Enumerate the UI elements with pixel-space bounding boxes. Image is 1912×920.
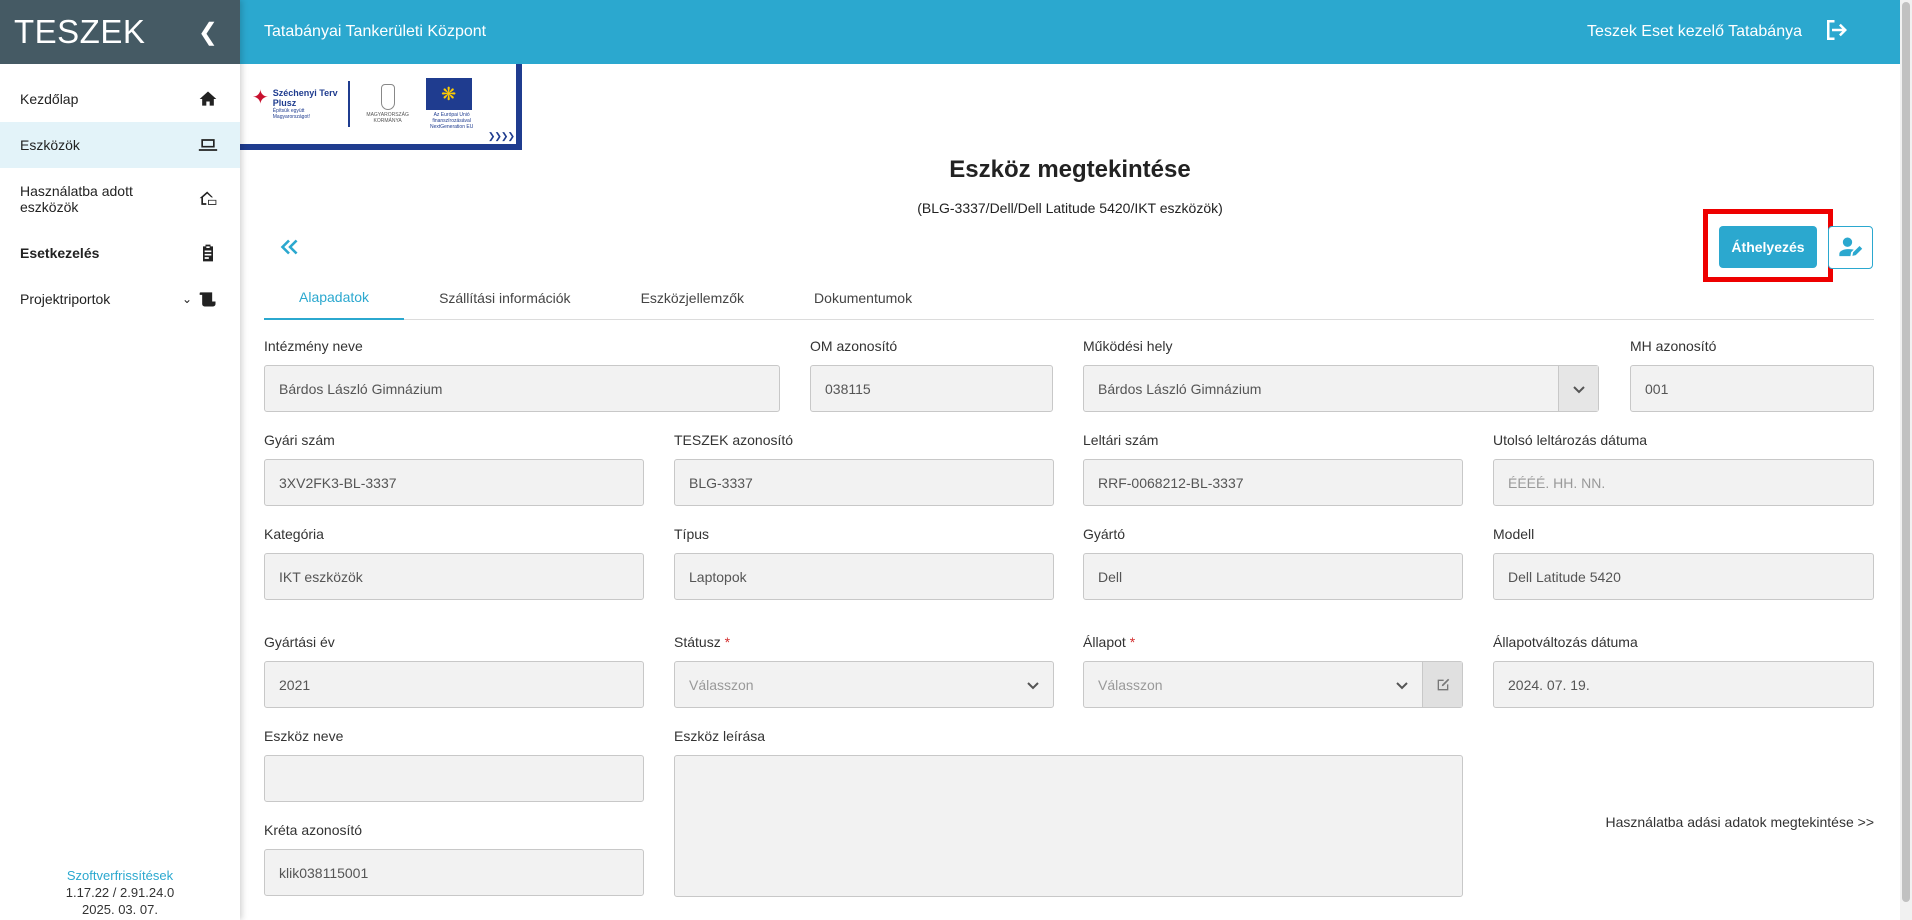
type-input[interactable]: Laptopok <box>674 553 1054 600</box>
kreta-id-field: Kréta azonosító klik038115001 <box>264 822 644 896</box>
collapse-sidebar-chevron-icon[interactable]: ❮ <box>198 18 218 47</box>
serial-number-field: Gyári szám 3XV2FK3-BL-3337 <box>264 432 644 506</box>
last-inventory-date-field: Utolsó leltározás dátuma ÉÉÉÉ. HH. NN. <box>1493 432 1874 506</box>
serial-number-input[interactable]: 3XV2FK3-BL-3337 <box>264 459 644 506</box>
sidebar-item-esetkezeles[interactable]: Esetkezelés <box>0 230 240 276</box>
laptop-icon <box>196 133 220 157</box>
tab-dokumentumok[interactable]: Dokumentumok <box>779 276 947 320</box>
home-icon <box>196 87 220 111</box>
teszek-id-field: TESZEK azonosító BLG-3337 <box>674 432 1054 506</box>
version-date: 2025. 03. 07. <box>82 902 158 917</box>
sidebar-item-kezdolap[interactable]: Kezdőlap <box>0 76 240 122</box>
manufacturer-field: Gyártó Dell <box>1083 526 1463 600</box>
government-logo: MAGYARORSZÁG KORMÁNYA <box>360 84 416 124</box>
type-field: Típus Laptopok <box>674 526 1054 600</box>
sidebar-header: TESZEK ❮ <box>0 0 240 64</box>
sidebar-item-hasznalatba-adott[interactable]: Használatba adott eszközök <box>0 168 240 230</box>
condition-field: Állapot * Válasszon <box>1083 634 1463 708</box>
sidebar-item-label: Esetkezelés <box>20 245 100 261</box>
eu-flag-icon: ❋ <box>425 78 472 110</box>
category-input[interactable]: IKT eszközök <box>264 553 644 600</box>
sidebar-item-label: Használatba adott eszközök <box>20 183 133 215</box>
sidebar-footer: Szoftverfrissítések 1.17.22 / 2.91.24.0 … <box>0 867 240 920</box>
sidebar-item-label: Projektriportok <box>20 291 111 307</box>
page-scrollbar[interactable] <box>1900 0 1912 920</box>
chevron-down-icon[interactable] <box>1013 662 1053 707</box>
chevron-down-icon[interactable] <box>1382 662 1422 707</box>
tab-eszkozjellemzok[interactable]: Eszközjellemzők <box>606 276 779 320</box>
page-title: Eszköz megtekintése <box>949 156 1191 183</box>
tab-alapadatok[interactable]: Alapadatok <box>264 276 405 320</box>
manufacture-year-input[interactable]: 2021 <box>264 661 644 708</box>
banner-arrows-icon: ❯❯❯❯ <box>487 131 515 141</box>
house-laptop-icon <box>196 187 220 211</box>
mh-id-input[interactable]: 001 <box>1630 365 1874 412</box>
condition-change-date-field: Állapotváltozás dátuma 2024. 07. 19. <box>1493 634 1874 708</box>
condition-select[interactable]: Válasszon <box>1083 661 1463 708</box>
transfer-button[interactable]: Áthelyezés <box>1719 226 1817 268</box>
view-usage-data-link[interactable]: Használatba adási adatok megtekintése >> <box>1560 814 1874 830</box>
software-updates-link[interactable]: Szoftverfrissítések <box>0 867 240 884</box>
category-field: Kategória IKT eszközök <box>264 526 644 600</box>
teszek-id-input[interactable]: BLG-3337 <box>674 459 1054 506</box>
page-subtitle: (BLG-3337/Dell/Dell Latitude 5420/IKT es… <box>917 200 1223 216</box>
version-text: 1.17.22 / 2.91.24.0 <box>65 885 175 900</box>
model-field: Modell Dell Latitude 5420 <box>1493 526 1874 600</box>
szechenyi-star-icon: ✦ <box>252 87 269 109</box>
model-input[interactable]: Dell Latitude 5420 <box>1493 553 1874 600</box>
sidebar-item-label: Eszközök <box>20 137 80 153</box>
asset-name-field: Eszköz neve <box>264 728 644 802</box>
om-id-field: OM azonosító 038115 <box>810 338 1053 412</box>
app-logo-text: TESZEK <box>14 13 146 50</box>
asset-name-input[interactable] <box>264 755 644 802</box>
chevron-down-icon[interactable]: ⌄ <box>182 292 192 306</box>
tab-szallitasi-informaciok[interactable]: Szállítási információk <box>404 276 606 320</box>
scrollbar-thumb[interactable] <box>1902 2 1910 902</box>
coat-of-arms-icon <box>380 84 395 110</box>
sidebar-item-projektriportok[interactable]: Projektriportok ⌄ <box>0 276 240 322</box>
chevron-down-icon[interactable] <box>1558 366 1598 411</box>
user-name: Teszek Eset kezelő Tatabánya <box>1587 23 1802 40</box>
funding-logo-banner: ✦ Széchenyi Terv Plusz Építsük együtt Ma… <box>240 64 522 150</box>
institution-name-input[interactable]: Bárdos László Gimnázium <box>264 365 780 412</box>
edit-condition-button[interactable] <box>1422 662 1462 707</box>
eu-logo: ❋ Az Európai Unió finanszírozásával Next… <box>425 78 478 130</box>
manufacturer-input[interactable]: Dell <box>1083 553 1463 600</box>
inventory-number-input[interactable]: RRF-0068212-BL-3337 <box>1083 459 1463 506</box>
szechenyi-plusz-logo: ✦ Széchenyi Terv Plusz Építsük együtt Ma… <box>252 87 338 120</box>
sidebar-item-label: Kezdőlap <box>20 91 79 107</box>
institution-name-field: Intézmény neve Bárdos László Gimnázium <box>264 338 780 412</box>
asset-description-field: Eszköz leírása <box>674 728 1463 897</box>
asset-description-textarea[interactable] <box>674 755 1463 897</box>
last-inventory-date-input[interactable]: ÉÉÉÉ. HH. NN. <box>1493 459 1874 506</box>
user-edit-icon <box>1838 237 1862 256</box>
kreta-id-input[interactable]: klik038115001 <box>264 849 644 896</box>
operation-site-select[interactable]: Bárdos László Gimnázium <box>1083 365 1599 412</box>
tab-bar: Alapadatok Szállítási információk Eszköz… <box>264 276 1874 320</box>
manufacture-year-field: Gyártási év 2021 <box>264 634 644 708</box>
status-select[interactable]: Válasszon <box>674 661 1054 708</box>
om-id-input[interactable]: 038115 <box>810 365 1053 412</box>
scroll-icon <box>196 287 220 311</box>
condition-change-date-input[interactable]: 2024. 07. 19. <box>1493 661 1874 708</box>
user-edit-button[interactable] <box>1828 226 1873 269</box>
inventory-number-field: Leltári szám RRF-0068212-BL-3337 <box>1083 432 1463 506</box>
clipboard-icon <box>196 241 220 265</box>
organization-title: Tatabányai Tankerületi Központ <box>264 23 487 40</box>
logout-icon[interactable] <box>1822 15 1852 50</box>
operation-site-field: Működési hely Bárdos László Gimnázium <box>1083 338 1599 412</box>
mh-id-field: MH azonosító 001 <box>1630 338 1874 412</box>
sidebar-item-eszkozok[interactable]: Eszközök <box>0 122 240 168</box>
double-chevron-left-icon[interactable] <box>276 234 302 260</box>
status-field: Státusz * Válasszon <box>674 634 1054 708</box>
pencil-square-icon <box>1437 678 1449 690</box>
logo-divider <box>347 81 350 127</box>
top-bar: Tatabányai Tankerületi Központ Teszek Es… <box>240 0 1900 64</box>
sidebar-nav: Kezdőlap Eszközök Használatba adott eszk… <box>0 76 240 322</box>
sidebar: TESZEK ❮ Kezdőlap Eszközök Használatba a… <box>0 0 240 920</box>
